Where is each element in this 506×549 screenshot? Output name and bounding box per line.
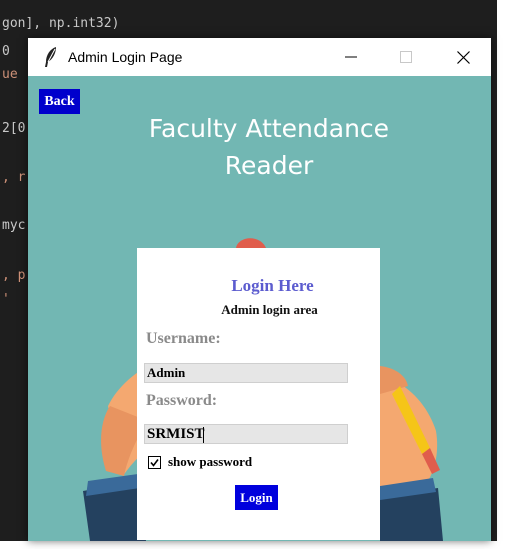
text-caret xyxy=(203,427,204,443)
close-button[interactable] xyxy=(440,38,486,76)
title-bar[interactable]: Admin Login Page xyxy=(28,38,491,76)
close-icon xyxy=(456,50,470,64)
page-title: Faculty Attendance Reader xyxy=(148,114,390,180)
maximize-icon xyxy=(400,51,412,63)
minimize-button[interactable] xyxy=(328,38,374,76)
code-line: ' xyxy=(2,292,10,307)
maximize-button[interactable] xyxy=(383,38,429,76)
back-button[interactable]: Back xyxy=(39,89,80,114)
password-input[interactable] xyxy=(144,424,348,444)
show-password-label: show password xyxy=(168,454,253,469)
login-card: Login Here Admin login area Username: Pa… xyxy=(137,248,380,540)
username-input[interactable] xyxy=(144,363,348,383)
code-line: myc xyxy=(2,218,26,233)
code-line: 2[0 xyxy=(2,121,26,136)
login-heading: Login Here xyxy=(231,276,314,295)
username-label: Username: xyxy=(146,330,221,347)
minimize-icon xyxy=(345,56,357,58)
code-line: , r xyxy=(2,170,26,185)
login-page-body: Back Faculty Attendance Reader Login Her… xyxy=(28,76,491,541)
show-password-toggle[interactable]: show password xyxy=(148,454,252,470)
code-line: 0 xyxy=(2,44,10,59)
login-subheading: Admin login area xyxy=(221,302,318,317)
password-label: Password: xyxy=(146,392,218,409)
checkmark-icon xyxy=(150,458,159,467)
code-line: gon], np.int32) xyxy=(2,16,120,31)
code-line: , p xyxy=(2,268,26,283)
feather-icon xyxy=(38,44,64,70)
login-button[interactable]: Login xyxy=(235,485,278,510)
window-title: Admin Login Page xyxy=(68,49,183,65)
show-password-checkbox[interactable] xyxy=(148,455,161,469)
code-line: ue xyxy=(2,67,18,82)
admin-login-window: Admin Login Page Back Faculty Attendance… xyxy=(28,38,491,541)
